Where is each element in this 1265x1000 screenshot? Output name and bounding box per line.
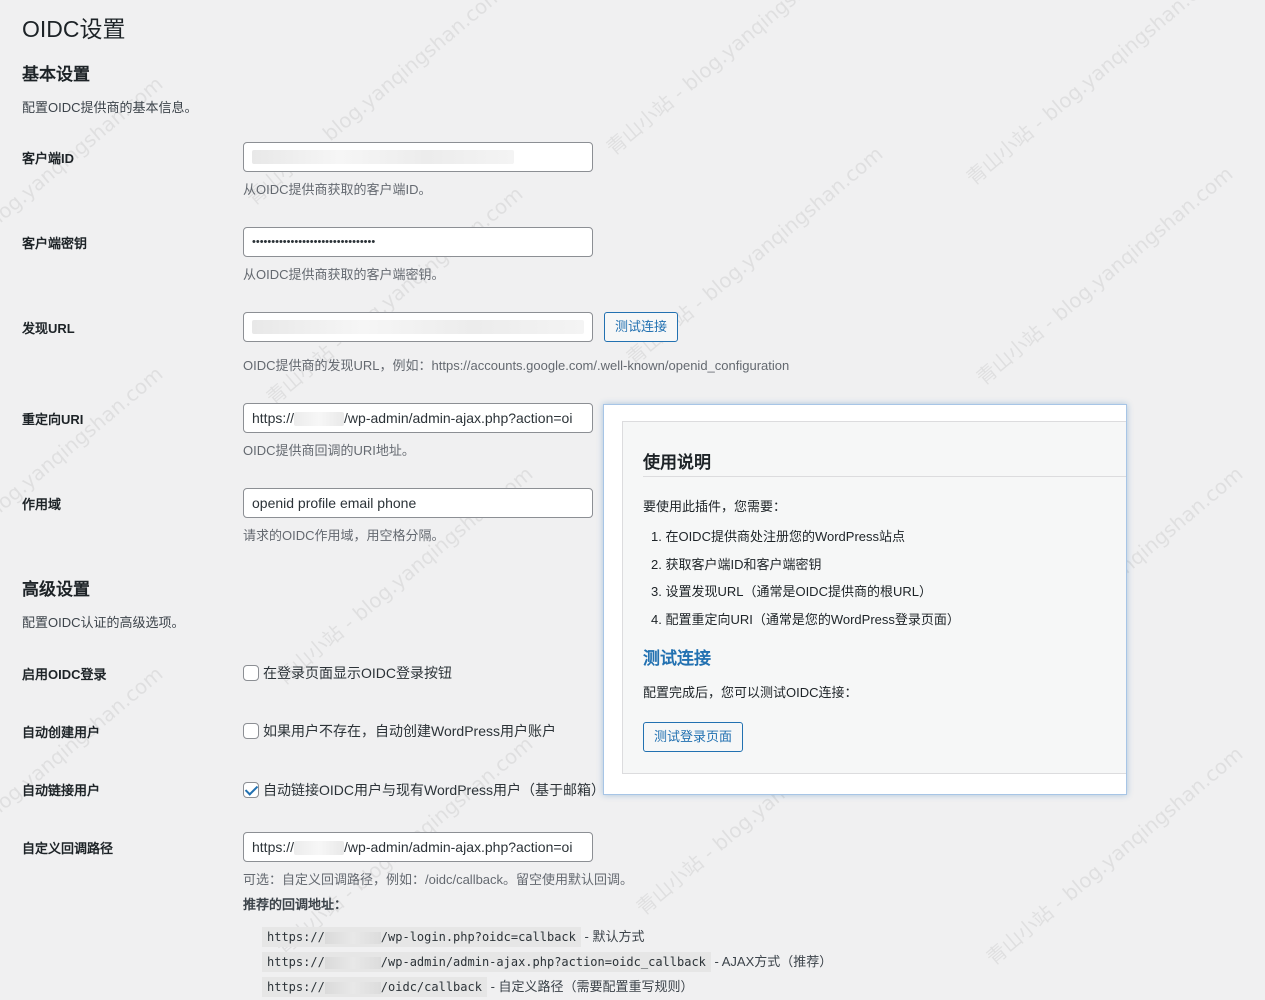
redirect-uri-prefix: https://: [252, 410, 295, 426]
callback-path: /wp-login.php?oidc=callback: [380, 930, 576, 944]
basic-section-title: 基本设置: [22, 65, 90, 84]
redirect-uri-description: OIDC提供商回调的URI地址。: [243, 443, 415, 458]
custom-callback-prefix: https://: [252, 839, 295, 855]
usage-info-panel: 使用说明 要使用此插件，您需要： 1. 在OIDC提供商处注册您的WordPre…: [603, 404, 1127, 795]
usage-step: 4. 配置重定向URI（通常是您的WordPress登录页面）: [651, 611, 960, 627]
divider: [643, 476, 1126, 477]
usage-info-intro: 要使用此插件，您需要：: [643, 499, 787, 514]
test-login-page-button[interactable]: 测试登录页面: [643, 722, 744, 752]
auto-create-checkbox-label: 如果用户不存在，自动创建WordPress用户账户: [263, 723, 556, 739]
custom-callback-suffix: /wp-admin/admin-ajax.php?action=oi: [344, 839, 573, 855]
redirect-uri-label: 重定向URI: [22, 412, 84, 427]
callback-code: https:// /wp-login.php?oidc=callback: [262, 927, 581, 947]
callback-path: /wp-admin/admin-ajax.php?action=oidc_cal…: [380, 955, 706, 969]
discovery-url-label: 发现URL: [22, 321, 75, 336]
page-title: OIDC设置: [22, 16, 126, 42]
test-connection-button[interactable]: 测试连接: [604, 312, 679, 342]
redacted-value: [324, 956, 381, 969]
callback-note: - AJAX方式（推荐）: [714, 954, 833, 969]
basic-section-description: 配置OIDC提供商的基本信息。: [22, 100, 198, 115]
usage-step: 1. 在OIDC提供商处注册您的WordPress站点: [651, 529, 906, 544]
enable-login-checkbox-label: 在登录页面显示OIDC登录按钮: [263, 665, 452, 681]
custom-callback-label: 自定义回调路径: [22, 841, 114, 856]
auto-link-option[interactable]: 自动链接OIDC用户与现有WordPress用户（基于邮箱）: [243, 780, 605, 800]
usage-step: 2. 获取客户端ID和客户端密钥: [651, 556, 822, 572]
auto-link-checkbox[interactable]: [243, 782, 259, 798]
advanced-section-description: 配置OIDC认证的高级选项。: [22, 615, 185, 630]
client-id-field[interactable]: [243, 142, 593, 172]
redirect-uri-field[interactable]: https:// /wp-admin/admin-ajax.php?action=…: [243, 403, 593, 433]
auto-link-checkbox-label: 自动链接OIDC用户与现有WordPress用户（基于邮箱）: [263, 782, 605, 798]
auto-link-label: 自动链接用户: [22, 783, 101, 798]
redirect-uri-suffix: /wp-admin/admin-ajax.php?action=oi: [344, 410, 573, 426]
discovery-url-field[interactable]: [243, 312, 593, 342]
advanced-section-title: 高级设置: [22, 580, 90, 599]
usage-steps-list: 1. 在OIDC提供商处注册您的WordPress站点 2. 获取客户端ID和客…: [643, 528, 960, 638]
callback-code: https:// /wp-admin/admin-ajax.php?action=…: [262, 952, 711, 972]
usage-info-title: 使用说明: [643, 453, 711, 472]
redacted-value: [294, 841, 345, 856]
auto-create-option[interactable]: 如果用户不存在，自动创建WordPress用户账户: [243, 721, 556, 741]
callback-prefix: https://: [267, 980, 325, 994]
recommended-callback-row: https:// /oidc/callback - 自定义路径（需要配置重写规则）: [262, 976, 694, 997]
client-secret-field[interactable]: ••••••••••••••••••••••••••••••••: [243, 227, 593, 257]
custom-callback-field[interactable]: https:// /wp-admin/admin-ajax.php?action=…: [243, 832, 593, 862]
callback-note: - 默认方式: [584, 929, 645, 944]
client-id-description: 从OIDC提供商获取的客户端ID。: [243, 182, 432, 197]
scope-description: 请求的OIDC作用域，用空格分隔。: [243, 528, 445, 543]
usage-info-card: 使用说明 要使用此插件，您需要： 1. 在OIDC提供商处注册您的WordPre…: [622, 421, 1126, 774]
redacted-value: [252, 320, 584, 334]
callback-note: - 自定义路径（需要配置重写规则）: [490, 979, 694, 994]
watermark: 青山小站 - blog.yanqingshan.com: [601, 0, 868, 160]
callback-prefix: https://: [267, 930, 325, 944]
discovery-url-description: OIDC提供商的发现URL，例如：https://accounts.google…: [243, 358, 790, 373]
callback-path: /oidc/callback: [380, 980, 482, 994]
redacted-value: [252, 150, 514, 164]
custom-callback-description: 可选：自定义回调路径，例如：/oidc/callback。留空使用默认回调。: [243, 872, 634, 887]
callback-code: https:// /oidc/callback: [262, 977, 487, 997]
auto-create-checkbox[interactable]: [243, 723, 259, 739]
usage-step: 3. 设置发现URL（通常是OIDC提供商的根URL）: [651, 584, 932, 599]
auto-create-label: 自动创建用户: [22, 725, 101, 740]
redacted-value: [324, 981, 381, 994]
callback-prefix: https://: [267, 955, 325, 969]
redacted-value: [324, 931, 381, 944]
watermark: 青山小站 - blog.yanqingshan.com: [261, 181, 528, 410]
client-secret-description: 从OIDC提供商获取的客户端密钥。: [243, 267, 445, 282]
enable-login-label: 启用OIDC登录: [22, 667, 107, 682]
scope-label: 作用域: [22, 497, 62, 512]
recommended-callback-row: https:// /wp-login.php?oidc=callback - 默认…: [262, 926, 644, 947]
watermark: 青山小站 - blog.yanqingshan.com: [961, 0, 1228, 190]
recommended-callbacks-label: 推荐的回调地址：: [243, 897, 348, 912]
test-connection-title: 测试连接: [643, 649, 711, 668]
watermark: 青山小站 - blog.yanqingshan.com: [0, 361, 168, 590]
redacted-value: [294, 412, 345, 427]
test-connection-intro: 配置完成后，您可以测试OIDC连接：: [643, 685, 858, 700]
recommended-callback-row: https:// /wp-admin/admin-ajax.php?action=…: [262, 951, 832, 972]
watermark: 青山小站 - blog.yanqingshan.com: [971, 161, 1238, 390]
enable-login-option[interactable]: 在登录页面显示OIDC登录按钮: [243, 663, 452, 683]
client-secret-label: 客户端密钥: [22, 236, 88, 251]
client-id-label: 客户端ID: [22, 151, 75, 166]
scope-field[interactable]: openid profile email phone: [243, 488, 593, 518]
enable-login-checkbox[interactable]: [243, 665, 259, 681]
